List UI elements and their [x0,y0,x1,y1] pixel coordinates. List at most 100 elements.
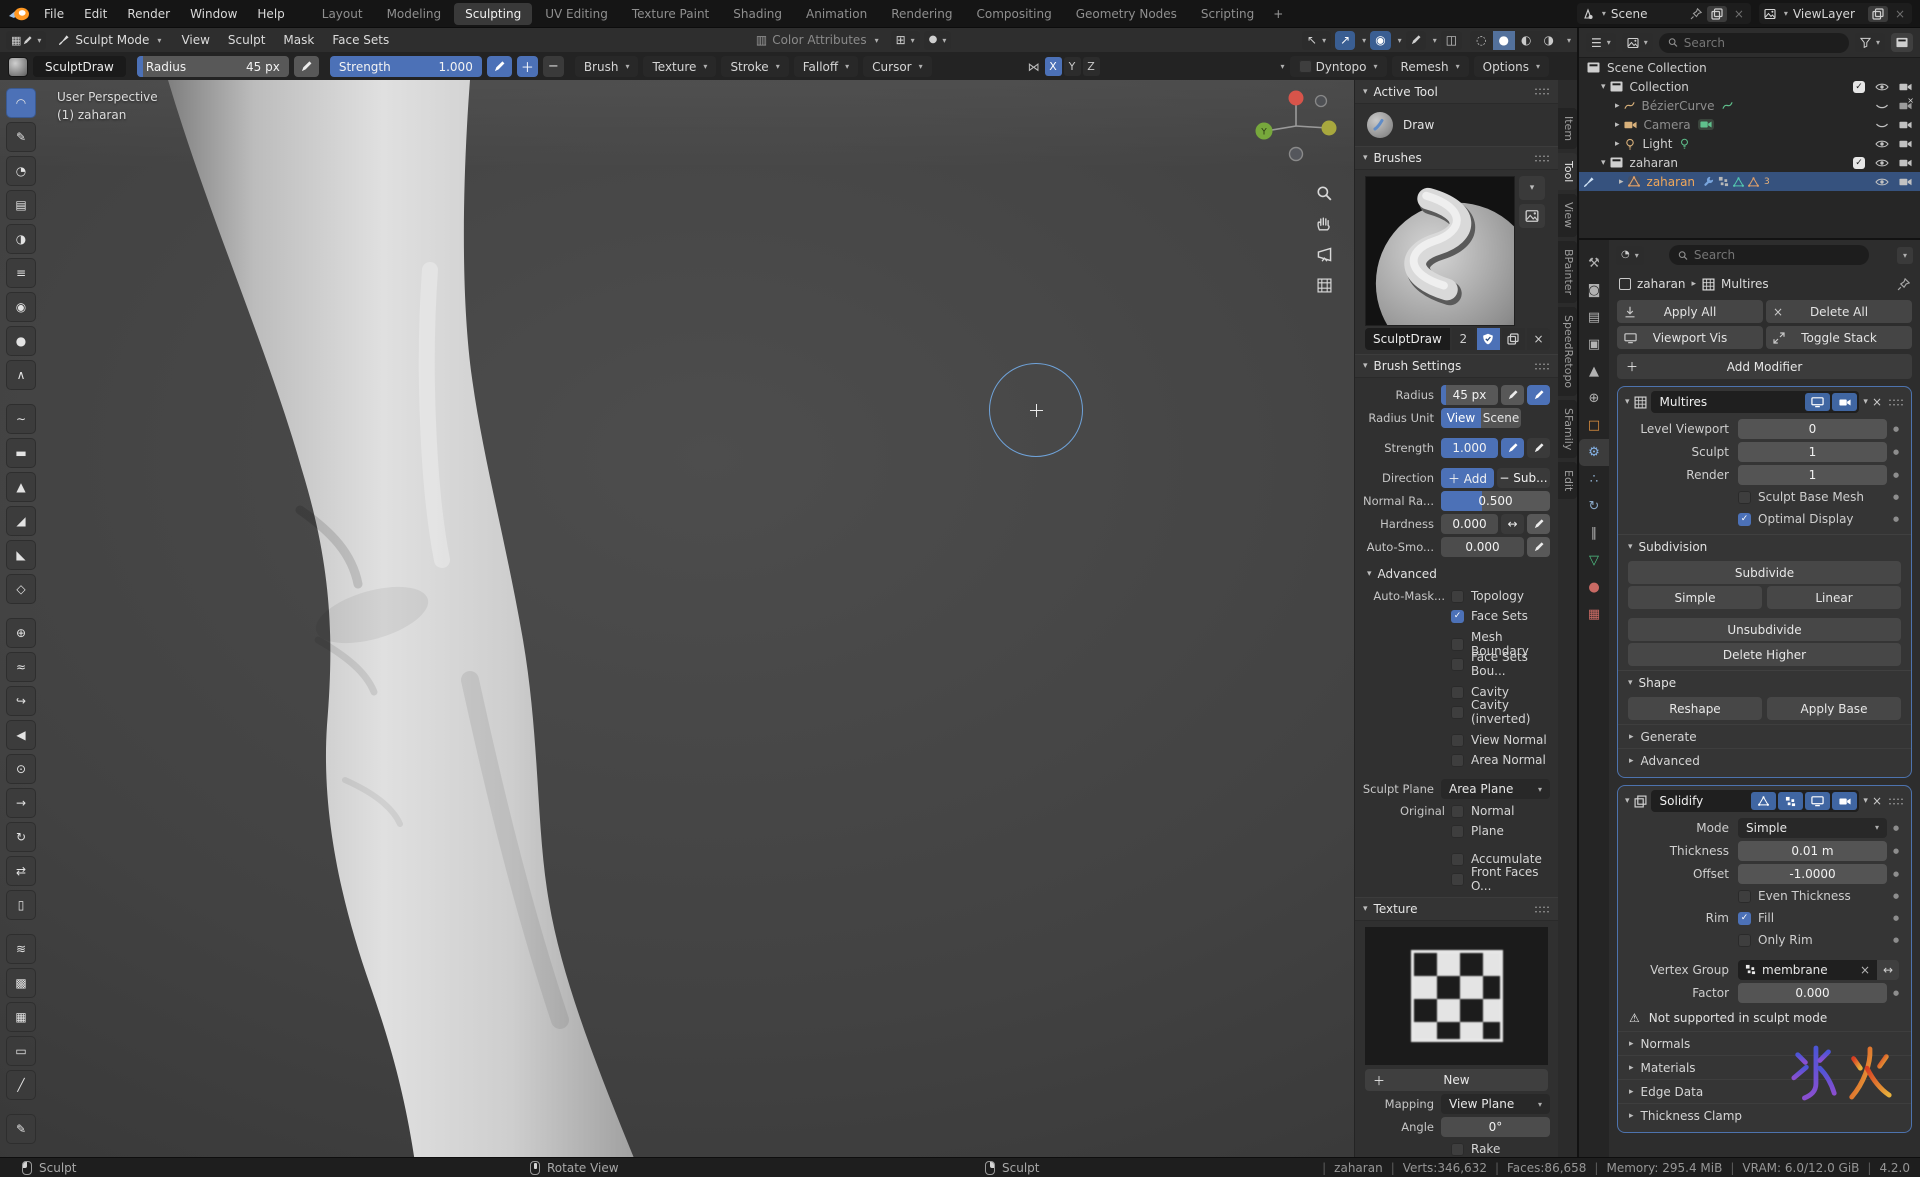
collapsed-section[interactable]: ▸ Normals [1618,1031,1911,1055]
checkbox[interactable]: ✓ [1451,685,1464,699]
sidebar-tab[interactable]: Item [1558,108,1577,150]
animate-dot[interactable]: ● [1887,448,1905,456]
outliner-filter-mode-button[interactable]: ▾ [1621,33,1653,52]
workspace-tab[interactable]: Shading [722,3,793,25]
checkbox[interactable]: ✓ [1451,804,1464,818]
tool-thumb[interactable]: ◀ [6,720,36,750]
reshape-button[interactable]: Reshape [1628,697,1762,720]
viewport-canvas[interactable]: User Perspective (1) zaharan ◠ ✎ ◔ ▤ ◑ ≡ ◉ ● ∧ ∼ ▬… [0,80,1577,1157]
eye-icon[interactable] [1875,139,1889,149]
workspace-tab[interactable]: Sculpting [454,2,533,25]
eye-icon[interactable] [1875,158,1889,168]
shading-rendered-button[interactable]: ◑ [1538,31,1560,50]
xray-toggle-button[interactable]: ◫ [1440,30,1463,50]
color-attributes-dropdown[interactable]: ▥ Color Attributes ▾ [748,31,887,49]
chevron-down-icon[interactable]: ▾ [1363,153,1368,163]
ptab-tool[interactable]: ⚒ [1579,250,1609,277]
outliner-row-zaharan-object[interactable]: ▸ zaharan 3 [1579,172,1920,191]
drag-grip-icon[interactable] [1888,397,1904,407]
shading-solid-button[interactable]: ● [1492,30,1516,50]
close-icon[interactable]: × [1732,7,1746,21]
viewport-menu[interactable]: Mask [275,31,322,49]
chevron-down-icon[interactable]: ▾ [1625,796,1630,806]
chevron-down-icon[interactable]: ▾ [1363,87,1368,97]
unlink-brush-button[interactable]: × [1526,328,1551,350]
add-modifier-button[interactable]: ＋ Add Modifier [1617,354,1912,379]
tool-draw-sharp[interactable]: ✎ [6,122,36,152]
tool-pose[interactable]: ⊙ [6,754,36,784]
number-field[interactable]: 1 [1738,464,1887,485]
brush-dropdown-button[interactable]: ▾ [1519,176,1545,200]
tool-clay-thumb[interactable]: ◑ [6,224,36,254]
direction-add-button[interactable]: ＋ [516,56,538,77]
workspace-tab[interactable]: UV Editing [534,3,619,25]
ptab-world[interactable]: ⊕ [1579,385,1609,412]
collapsed-section[interactable]: ▸ Edge Data [1618,1079,1911,1103]
camera-visibility-icon[interactable] [1899,120,1912,130]
apply-all-button[interactable]: Apply All [1617,300,1763,323]
collapsed-section[interactable]: ▸ Materials [1618,1055,1911,1079]
new-scene-button[interactable] [1706,5,1727,22]
chevron-down-icon[interactable]: ▾ [1628,542,1633,552]
ptab-particles[interactable]: ∴ [1579,466,1609,493]
tool-settings-menu[interactable]: Stroke ▾ [721,56,789,77]
eye-closed-icon[interactable] [1875,101,1889,111]
chevron-down-icon[interactable]: ▾ [1625,397,1630,407]
tool-slide-relax[interactable]: ⇄ [6,856,36,886]
radius-slider[interactable]: 45 px [1441,385,1498,405]
filter-button[interactable]: ▾ [1854,33,1885,52]
hardness-pressure-button[interactable] [1527,514,1550,534]
collapsed-section[interactable]: ▸ Advanced [1618,748,1911,772]
checkbox[interactable]: ✓ [1451,733,1464,747]
rim-fill-option[interactable]: ✓ Fill [1738,911,1887,925]
tool-settings-menu[interactable]: Cursor ▾ [863,56,932,77]
tool-line-project[interactable]: ╱ [6,1070,36,1100]
direction-subtract-button[interactable]: − Sub... [1497,468,1550,488]
ptab-object[interactable]: □ [1579,412,1609,439]
breadcrumb-modifier[interactable]: Multires [1721,277,1769,291]
radius-unit-toggle-button[interactable] [1527,385,1550,405]
tool-layer[interactable]: ≡ [6,258,36,288]
gizmo-axis-z[interactable] [1321,120,1337,136]
number-field[interactable]: 1 [1738,441,1887,462]
tool-blob[interactable]: ● [6,326,36,356]
remesh-dropdown[interactable]: Remesh ▾ [1391,56,1469,77]
topbar-menu[interactable]: Render [117,4,180,24]
tool-crease[interactable]: ∧ [6,360,36,390]
outliner-row-collection[interactable]: ▾ Collection ✓ [1579,77,1920,96]
eye-icon[interactable] [1875,82,1889,92]
auto-smooth-pressure-button[interactable] [1527,537,1550,557]
subdivide-simple-button[interactable]: Simple [1628,586,1762,609]
close-icon[interactable]: × [1893,7,1907,21]
clear-icon[interactable]: × [1860,963,1870,977]
hardness-field[interactable]: 0.000 [1441,514,1498,534]
tool-boundary[interactable]: ▯ [6,890,36,920]
new-collection-button[interactable] [1891,33,1913,52]
shading-material-button[interactable]: ◐ [1515,31,1537,50]
tool-draw[interactable]: ◠ [6,88,36,118]
sidebar-tab[interactable]: SpeedRetopo [1558,306,1577,396]
ptab-physics[interactable]: ↻ [1579,493,1609,520]
zoom-tool-icon[interactable] [1313,182,1335,204]
chevron-down-icon[interactable]: ▾ [1281,62,1285,71]
tool-fill[interactable]: ▲ [6,472,36,502]
checkbox[interactable]: ✓ [1451,753,1464,767]
show-overlays-button[interactable] [1405,30,1426,50]
render-display-toggle[interactable] [1832,393,1858,411]
duplicate-brush-button[interactable] [1501,328,1525,350]
viewport-menu[interactable]: View [173,31,217,49]
tool-annotate[interactable]: ✎ [6,1114,36,1144]
checkbox[interactable]: ✓ [1451,637,1464,651]
extras-dropdown-icon[interactable]: ▾ [1863,796,1868,806]
mirror-axis-button[interactable]: Z [1082,57,1100,76]
outliner-row-camera[interactable]: ▸ Camera [1579,115,1920,134]
ptab-scene[interactable]: ▲ [1579,358,1609,385]
radius-pressure-button[interactable] [293,56,319,77]
checkbox[interactable]: ✓ [1451,852,1464,866]
radius-unit-view-button[interactable]: View [1441,408,1481,428]
select-tool-button[interactable]: ↖ ▾ [1302,30,1332,50]
sidebar-tab[interactable]: BPainter [1558,240,1577,303]
camera-view-icon[interactable] [1313,243,1335,265]
animate-dot[interactable]: ● [1887,425,1905,433]
auto-mask-option[interactable]: ✓View Normal [1355,730,1558,750]
